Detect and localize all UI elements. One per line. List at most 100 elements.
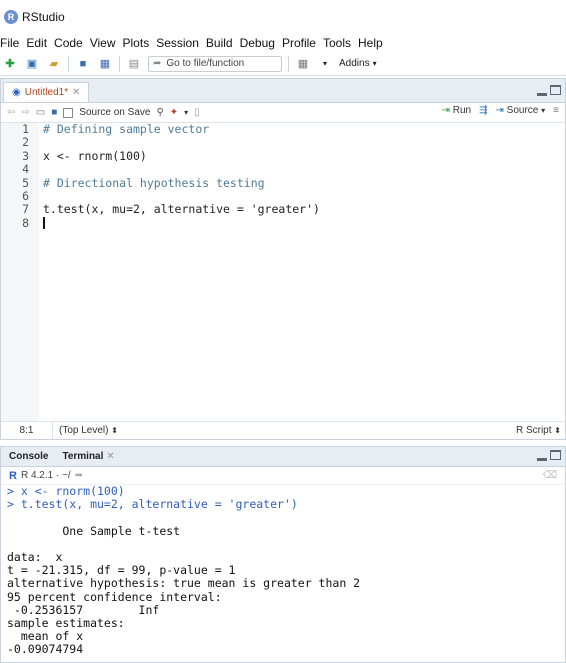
line-number: 1 bbox=[22, 122, 29, 136]
editor-tab-label: Untitled1* bbox=[24, 87, 69, 98]
maximize-pane-icon[interactable] bbox=[550, 85, 561, 95]
console-info-bar: R R 4.2.1 · ~/ ➦ ⌫ bbox=[1, 467, 565, 485]
open-file-icon[interactable]: ▰ bbox=[46, 57, 62, 71]
run-label: Run bbox=[452, 105, 472, 116]
scope-label: (Top Level) bbox=[59, 425, 109, 436]
rstudio-logo-icon: R bbox=[4, 10, 18, 24]
chevron-down-icon: ▾ bbox=[541, 106, 546, 115]
print-icon[interactable]: ▤ bbox=[126, 57, 142, 71]
save-all-icon[interactable]: ▦ bbox=[97, 57, 113, 71]
menu-plots[interactable]: Plots bbox=[123, 36, 157, 50]
go-to-file-placeholder: Go to file/function bbox=[166, 58, 245, 69]
editor-tab-untitled1[interactable]: ◉ Untitled1* ✕ bbox=[3, 82, 90, 102]
new-file-icon[interactable]: ✚ bbox=[2, 57, 18, 71]
console-line: One Sample t-test bbox=[7, 523, 181, 538]
source-button[interactable]: ⇥ Source ▾ bbox=[496, 105, 546, 116]
menu-session[interactable]: Session bbox=[156, 36, 206, 50]
close-icon[interactable]: ✕ bbox=[72, 87, 80, 98]
minimize-pane-icon[interactable] bbox=[537, 93, 547, 96]
line-number: 5 bbox=[22, 175, 29, 190]
cursor-position: 8:1 bbox=[1, 422, 53, 439]
close-icon[interactable]: ✕ bbox=[106, 451, 114, 462]
console-line: sample estimates: bbox=[7, 615, 125, 630]
menu-help[interactable]: Help bbox=[358, 36, 390, 50]
menu-view[interactable]: View bbox=[90, 36, 123, 50]
document-outline-icon[interactable]: ≡ bbox=[553, 105, 559, 116]
tab-console[interactable]: Console bbox=[9, 451, 48, 462]
clear-console-icon[interactable]: ⌫ bbox=[543, 470, 557, 481]
menu-tools[interactable]: Tools bbox=[323, 36, 358, 50]
r-file-icon: ◉ bbox=[12, 87, 21, 98]
scope-selector[interactable]: (Top Level) ⬍ bbox=[53, 425, 118, 436]
editor-toolbar: ⇦ ⇨ ▭ ■ Source on Save ⚲ ✦ ▾ ▯ ⇥ Run ⇶ ⇥… bbox=[1, 103, 565, 123]
terminal-tab-label: Terminal bbox=[62, 451, 104, 462]
line-number: 3 bbox=[22, 148, 29, 163]
magic-wand-icon[interactable]: ✦ bbox=[170, 107, 178, 118]
r-version-label: R 4.2.1 · ~/ bbox=[20, 470, 71, 481]
chevron-down-icon[interactable]: ▾ bbox=[317, 57, 333, 71]
code-line: # Directional hypothesis testing bbox=[43, 175, 265, 190]
up-down-icon: ⬍ bbox=[554, 426, 561, 435]
show-in-window-icon[interactable]: ▭ bbox=[36, 107, 45, 118]
menu-build[interactable]: Build bbox=[206, 36, 240, 50]
menu-file[interactable]: File bbox=[0, 36, 26, 50]
line-number: 8 bbox=[22, 215, 29, 230]
code-line: x <- rnorm(100) bbox=[43, 148, 147, 163]
run-arrow-icon: ⇥ bbox=[441, 105, 450, 116]
pane-controls bbox=[537, 85, 561, 96]
r-logo-icon: R bbox=[9, 469, 17, 482]
source-label: Source bbox=[506, 105, 539, 116]
menu-debug[interactable]: Debug bbox=[240, 36, 282, 50]
rerun-icon[interactable]: ⇶ bbox=[479, 105, 487, 116]
run-button[interactable]: ⇥ Run bbox=[442, 105, 472, 116]
go-to-file-input[interactable]: ➦ Go to file/function bbox=[148, 55, 282, 72]
maximize-pane-icon[interactable] bbox=[550, 450, 561, 460]
file-type-selector[interactable]: R Script ⬍ bbox=[516, 425, 561, 436]
source-on-save-checkbox[interactable] bbox=[63, 107, 74, 118]
console-line: alternative hypothesis: true mean is gre… bbox=[7, 576, 361, 591]
code-area[interactable]: 1 2 3 4 5 6 7 8 # Defining sample vector… bbox=[1, 122, 565, 421]
console-pane: Console Terminal ✕ R R 4.2.1 · ~/ ➦ ⌫ > x… bbox=[0, 446, 566, 663]
console-output[interactable]: > x <- rnorm(100) > t.test(x, mu=2, alte… bbox=[1, 484, 565, 656]
grid-layout-icon[interactable]: ▦ bbox=[295, 57, 311, 71]
editor-status-bar: 8:1 (Top Level) ⬍ R Script ⬍ bbox=[1, 421, 565, 439]
new-project-icon[interactable]: ▣ bbox=[24, 57, 40, 71]
addins-menu[interactable]: Addins ▾ bbox=[339, 58, 377, 69]
console-line: -0.2536157 Inf bbox=[7, 602, 160, 617]
forward-arrow-icon[interactable]: ⇨ bbox=[21, 107, 29, 118]
back-arrow-icon[interactable]: ⇦ bbox=[7, 107, 15, 118]
menu-code[interactable]: Code bbox=[54, 36, 90, 50]
go-to-directory-icon[interactable]: ➦ bbox=[75, 470, 83, 481]
code-line bbox=[43, 217, 565, 230]
toolbar-divider bbox=[68, 55, 69, 72]
file-type-label: R Script bbox=[515, 425, 552, 436]
tab-terminal[interactable]: Terminal ✕ bbox=[62, 451, 114, 462]
source-on-save-label: Source on Save bbox=[79, 107, 151, 118]
up-down-icon: ⬍ bbox=[111, 426, 118, 435]
source-arrow-icon: ⇥ bbox=[495, 105, 504, 116]
minimize-pane-icon[interactable] bbox=[537, 458, 547, 461]
console-line: > t.test(x, mu=2, alternative = 'greater… bbox=[7, 497, 298, 512]
title-bar: R RStudio bbox=[0, 0, 566, 34]
save-icon[interactable]: ■ bbox=[51, 107, 57, 118]
line-number: 6 bbox=[22, 188, 29, 203]
line-number: 2 bbox=[22, 135, 29, 150]
compile-report-icon[interactable]: ▯ bbox=[194, 107, 200, 118]
addins-label: Addins bbox=[339, 58, 370, 69]
menu-edit[interactable]: Edit bbox=[26, 36, 54, 50]
chevron-down-icon[interactable]: ▾ bbox=[184, 108, 188, 117]
toolbar-divider bbox=[288, 55, 289, 72]
console-line: mean of x bbox=[7, 629, 84, 644]
menu-profile[interactable]: Profile bbox=[282, 36, 323, 50]
code-text[interactable]: # Defining sample vector x <- rnorm(100)… bbox=[39, 122, 565, 421]
line-number: 7 bbox=[22, 202, 29, 217]
text-cursor bbox=[43, 217, 45, 230]
search-icon[interactable]: ⚲ bbox=[156, 107, 163, 118]
toolbar-divider bbox=[119, 55, 120, 72]
save-icon[interactable]: ■ bbox=[75, 57, 91, 71]
menu-bar: File Edit Code View Plots Session Build … bbox=[0, 34, 566, 52]
